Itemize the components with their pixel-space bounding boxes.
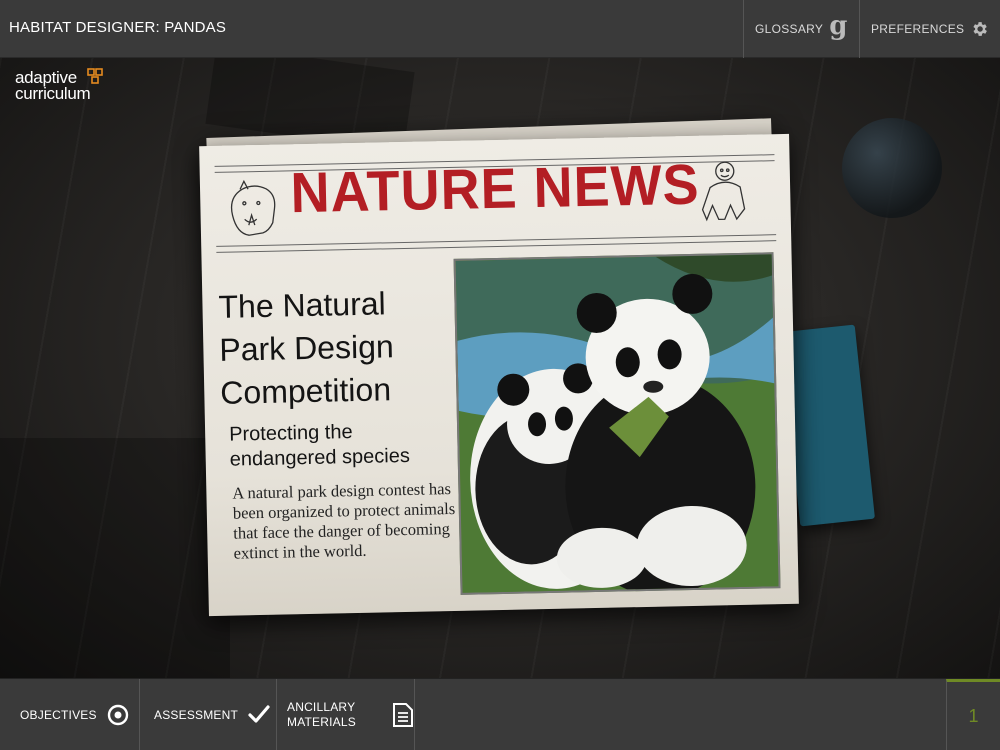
subheadline: Protecting the endangered species <box>228 421 411 471</box>
assessment-button[interactable]: ASSESSMENT <box>140 679 277 750</box>
adaptive-curriculum-logo: adaptive curriculum <box>15 68 103 103</box>
headline: The Natural Park Design Competition <box>218 285 395 411</box>
preferences-label: PREFERENCES <box>871 22 965 36</box>
objectives-label: OBJECTIVES <box>20 708 97 722</box>
ancillary-label: ANCILLARY MATERIALS <box>287 700 356 730</box>
glossary-label: GLOSSARY <box>755 22 824 36</box>
stage-background: adaptive curriculum NATURE NEWS The Natu… <box>0 58 1000 678</box>
masthead-rule <box>216 240 777 253</box>
ancillary-label-line2: MATERIALS <box>287 715 356 729</box>
assessment-label: ASSESSMENT <box>154 708 239 722</box>
newspaper: NATURE NEWS The Natural Park Design Comp… <box>199 133 799 617</box>
ancillary-materials-button[interactable]: ANCILLARY MATERIALS <box>277 679 415 750</box>
gorilla-icon <box>701 161 746 222</box>
logo-mark-icon <box>87 68 103 84</box>
top-bar: HABITAT DESIGNER: PANDAS GLOSSARY g PREF… <box>0 0 1000 58</box>
target-icon <box>107 704 128 726</box>
preferences-button[interactable]: PREFERENCES <box>859 0 1000 58</box>
ancillary-label-line1: ANCILLARY <box>287 700 356 714</box>
glossary-button[interactable]: GLOSSARY g <box>743 0 859 58</box>
panda-illustration <box>455 254 781 595</box>
table-plank <box>0 438 230 678</box>
rhino-icon <box>230 179 276 236</box>
gear-icon <box>973 22 988 36</box>
document-icon <box>392 703 413 727</box>
page-number[interactable]: 1 <box>946 679 1000 750</box>
glossary-g-icon: g <box>829 11 848 41</box>
bottom-bar: OBJECTIVES ASSESSMENT ANCILLARY MATERIAL… <box>0 678 1000 750</box>
article-body: A natural park design contest has been o… <box>232 479 456 563</box>
logo-text-line2: curriculum <box>15 84 91 103</box>
app-title: HABITAT DESIGNER: PANDAS <box>9 19 227 36</box>
masthead-rule <box>216 234 777 247</box>
objectives-button[interactable]: OBJECTIVES <box>0 679 140 750</box>
checkmark-icon <box>248 705 270 723</box>
panda-photo <box>453 252 781 595</box>
decorative-ball <box>842 118 942 218</box>
